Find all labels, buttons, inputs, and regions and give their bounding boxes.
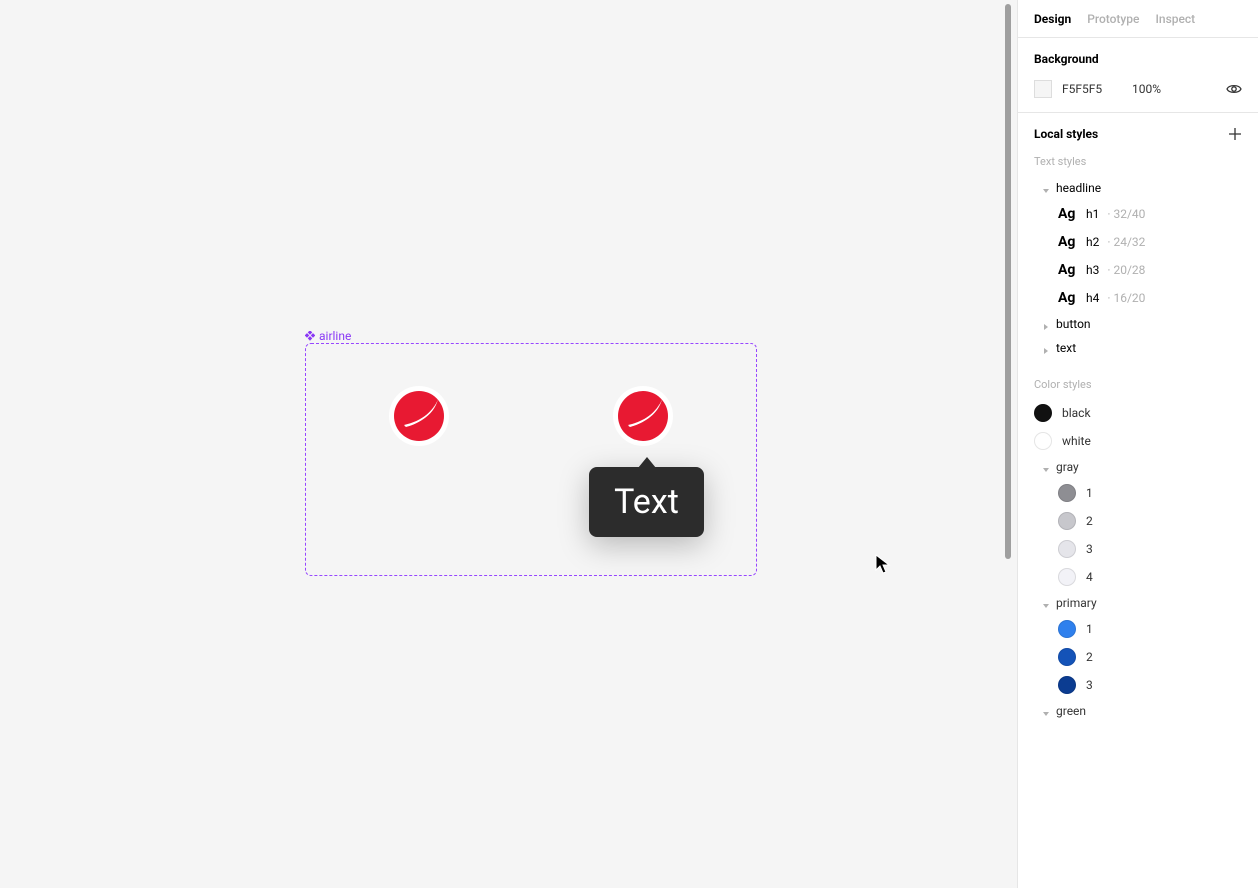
color-swatch <box>1058 568 1076 586</box>
color-primary-2[interactable]: 2 <box>1034 643 1242 671</box>
chevron-down-icon <box>1042 463 1050 471</box>
color-gray-2[interactable]: 2 <box>1034 507 1242 535</box>
color-swatch <box>1058 540 1076 558</box>
background-row: F5F5F5 100% <box>1034 80 1242 98</box>
airline-logo-1[interactable] <box>391 388 447 444</box>
ts-meta: · 20/28 <box>1107 263 1145 277</box>
ts-name: h4 <box>1086 291 1099 305</box>
text-group-text[interactable]: text <box>1034 336 1242 360</box>
text-style-h2[interactable]: Ag h2 · 24/32 <box>1034 228 1242 256</box>
cursor-icon <box>875 554 891 574</box>
green-label: green <box>1056 704 1086 718</box>
ts-meta: · 24/32 <box>1107 235 1145 249</box>
text-group-label: text <box>1056 341 1076 355</box>
ts-name: h1 <box>1086 207 1099 221</box>
color-label: 4 <box>1086 570 1093 584</box>
color-group-primary[interactable]: primary <box>1034 591 1242 615</box>
background-hex[interactable]: F5F5F5 <box>1062 82 1122 96</box>
ts-name: h2 <box>1086 235 1099 249</box>
color-label: 3 <box>1086 542 1093 556</box>
component-icon <box>305 331 315 341</box>
text-styles-header: Text styles <box>1034 155 1242 168</box>
panel-tabs: Design Prototype Inspect <box>1018 0 1258 38</box>
local-styles-title-row: Local styles <box>1034 127 1242 141</box>
background-opacity[interactable]: 100% <box>1132 82 1172 96</box>
color-group-gray[interactable]: gray <box>1034 455 1242 479</box>
text-group-button[interactable]: button <box>1034 312 1242 336</box>
color-label: black <box>1062 406 1091 420</box>
color-swatch <box>1058 512 1076 530</box>
visibility-toggle-icon[interactable] <box>1226 81 1242 97</box>
color-label: 2 <box>1086 650 1093 664</box>
color-swatch <box>1058 676 1076 694</box>
primary-label: primary <box>1056 596 1097 610</box>
color-swatch-black <box>1034 404 1052 422</box>
ts-name: h3 <box>1086 263 1099 277</box>
tab-design[interactable]: Design <box>1034 12 1071 38</box>
ag-sample: Ag <box>1058 234 1078 250</box>
button-group-label: button <box>1056 317 1091 331</box>
color-label: 3 <box>1086 678 1093 692</box>
gray-label: gray <box>1056 460 1079 474</box>
color-primary-1[interactable]: 1 <box>1034 615 1242 643</box>
component-label[interactable]: airline <box>305 329 351 343</box>
color-black[interactable]: black <box>1034 399 1242 427</box>
color-primary-3[interactable]: 3 <box>1034 671 1242 699</box>
color-gray-1[interactable]: 1 <box>1034 479 1242 507</box>
chevron-down-icon <box>1042 599 1050 607</box>
color-styles-header: Color styles <box>1034 378 1242 391</box>
text-group-headline[interactable]: headline <box>1034 176 1242 200</box>
color-label: 1 <box>1086 486 1093 500</box>
color-label: white <box>1062 434 1091 448</box>
chevron-right-icon <box>1042 320 1050 328</box>
chevron-right-icon <box>1042 344 1050 352</box>
color-swatch <box>1058 648 1076 666</box>
color-gray-3[interactable]: 3 <box>1034 535 1242 563</box>
text-style-h3[interactable]: Ag h3 · 20/28 <box>1034 256 1242 284</box>
inspector-panel: Design Prototype Inspect Background F5F5… <box>1017 0 1258 888</box>
airline-logo-2[interactable] <box>615 388 671 444</box>
ts-meta: · 32/40 <box>1107 207 1145 221</box>
color-white[interactable]: white <box>1034 427 1242 455</box>
background-swatch[interactable] <box>1034 80 1052 98</box>
tab-prototype[interactable]: Prototype <box>1087 12 1139 38</box>
color-label: 1 <box>1086 622 1093 636</box>
text-style-h1[interactable]: Ag h1 · 32/40 <box>1034 200 1242 228</box>
background-title: Background <box>1034 52 1242 66</box>
component-frame[interactable] <box>305 343 757 576</box>
local-styles-title: Local styles <box>1034 127 1098 141</box>
tooltip-text: Text <box>614 482 679 522</box>
ag-sample: Ag <box>1058 290 1078 306</box>
add-style-icon[interactable] <box>1228 127 1242 141</box>
scrollbar-thumb[interactable] <box>1005 4 1011 559</box>
background-title-text: Background <box>1034 52 1099 66</box>
headline-label: headline <box>1056 181 1101 195</box>
ts-meta: · 16/20 <box>1107 291 1145 305</box>
color-label: 2 <box>1086 514 1093 528</box>
color-swatch <box>1058 620 1076 638</box>
text-style-h4[interactable]: Ag h4 · 16/20 <box>1034 284 1242 312</box>
ag-sample: Ag <box>1058 262 1078 278</box>
canvas[interactable]: airline Text <box>0 0 1017 888</box>
tooltip[interactable]: Text <box>589 467 704 537</box>
color-swatch <box>1058 484 1076 502</box>
chevron-down-icon <box>1042 707 1050 715</box>
tab-inspect[interactable]: Inspect <box>1155 12 1195 38</box>
ag-sample: Ag <box>1058 206 1078 222</box>
chevron-down-icon <box>1042 184 1050 192</box>
local-styles-section: Local styles Text styles headline Ag h1 … <box>1018 113 1258 737</box>
background-section: Background F5F5F5 100% <box>1018 38 1258 113</box>
color-group-green[interactable]: green <box>1034 699 1242 723</box>
color-swatch-white <box>1034 432 1052 450</box>
component-label-text: airline <box>319 329 351 343</box>
color-gray-4[interactable]: 4 <box>1034 563 1242 591</box>
